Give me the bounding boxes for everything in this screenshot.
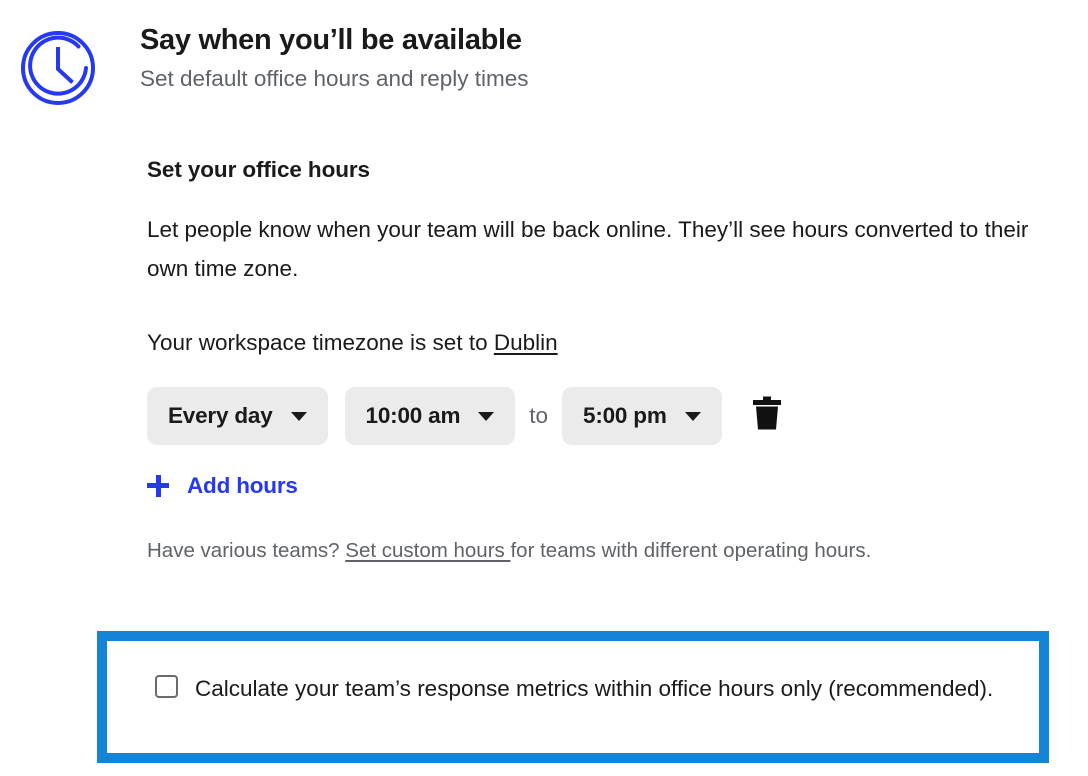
delete-hours-button[interactable] xyxy=(750,396,784,436)
plus-icon xyxy=(147,475,169,497)
timezone-link[interactable]: Dublin xyxy=(494,330,558,355)
office-hours-metrics-checkbox[interactable] xyxy=(155,675,178,698)
custom-hours-note-prefix: Have various teams? xyxy=(147,539,346,562)
clock-icon xyxy=(20,30,96,106)
office-hours-row: Every day 10:00 am to 5:00 pm xyxy=(147,387,1067,445)
end-time-select[interactable]: 5:00 pm xyxy=(562,387,722,445)
trash-icon xyxy=(752,396,782,437)
office-hours-metrics-label: Calculate your team’s response metrics w… xyxy=(195,676,994,701)
start-time-select-value: 10:00 am xyxy=(365,403,461,428)
section-description: Let people know when your team will be b… xyxy=(147,217,1029,281)
office-hours-metrics-checkbox-row[interactable]: Calculate your team’s response metrics w… xyxy=(155,669,1035,708)
add-hours-label: Add hours xyxy=(187,473,298,498)
custom-hours-note: Have various teams? Set custom hours for… xyxy=(147,532,1047,570)
timezone-prefix: Your workspace timezone is set to xyxy=(147,330,494,355)
add-hours-button[interactable]: Add hours xyxy=(147,473,298,499)
highlight-annotation-box: Calculate your team’s response metrics w… xyxy=(97,631,1049,763)
office-hours-section: Set your office hours Let people know wh… xyxy=(147,155,1067,570)
timezone-line: Your workspace timezone is set to Dublin xyxy=(147,328,1067,358)
chevron-down-icon xyxy=(478,411,495,421)
custom-hours-note-suffix: for teams with different operating hours… xyxy=(510,539,872,562)
day-select-value: Every day xyxy=(168,403,273,428)
chevron-down-icon xyxy=(290,411,307,421)
set-custom-hours-link[interactable]: Set custom hours xyxy=(345,539,510,562)
day-select[interactable]: Every day xyxy=(147,387,328,445)
chevron-down-icon xyxy=(684,411,701,421)
page-subtitle: Set default office hours and reply times xyxy=(140,66,529,91)
header-text-block: Say when you’ll be available Set default… xyxy=(140,22,529,94)
start-time-select[interactable]: 10:00 am xyxy=(344,387,516,445)
time-range-separator: to xyxy=(529,403,549,428)
section-title: Set your office hours xyxy=(147,157,370,182)
page-title: Say when you’ll be available xyxy=(140,24,522,56)
page-header: Say when you’ll be available Set default… xyxy=(0,0,1088,120)
end-time-select-value: 5:00 pm xyxy=(583,403,667,428)
